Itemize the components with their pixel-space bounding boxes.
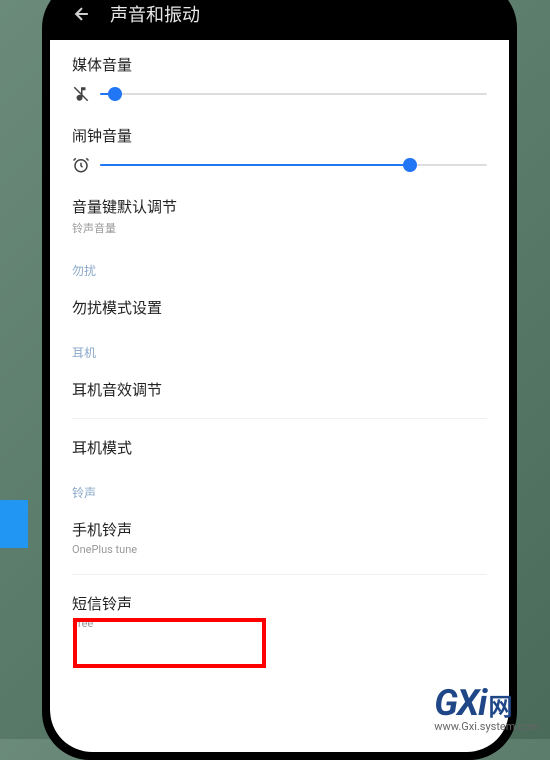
divider	[72, 574, 487, 575]
alarm-volume-slider[interactable]	[100, 164, 487, 166]
music-mute-icon	[72, 85, 90, 103]
arrow-left-icon	[72, 4, 92, 24]
phone-ringtone-title: 手机铃声	[72, 519, 487, 540]
media-volume-label: 媒体音量	[72, 54, 487, 75]
alarm-volume-label: 闹钟音量	[72, 125, 487, 146]
sms-ringtone-title: 短信铃声	[72, 593, 487, 614]
earphone-mode[interactable]: 耳机模式	[72, 423, 487, 472]
alarm-volume-item: 闹钟音量	[72, 111, 487, 182]
alarm-clock-icon	[72, 156, 90, 174]
dnd-section-header: 勿扰	[50, 250, 509, 283]
volume-key-sub: 铃声音量	[72, 220, 487, 236]
phone-ringtone-sub: OnePlus tune	[72, 543, 487, 556]
earphone-section-header: 耳机	[50, 332, 509, 365]
watermark: GXi网 www.Gxi.system.com	[434, 682, 540, 733]
watermark-logo: GXi	[434, 682, 486, 724]
sms-ringtone[interactable]: 短信铃声 Free	[72, 579, 487, 644]
side-tab	[0, 500, 28, 548]
divider	[72, 418, 487, 419]
app-header: 声音和振动	[50, 0, 509, 40]
page-title: 声音和振动	[110, 1, 200, 27]
back-button[interactable]	[62, 0, 102, 34]
earphone-effect[interactable]: 耳机音效调节	[72, 365, 487, 414]
sms-ringtone-sub: Free	[72, 617, 487, 630]
phone-screen: 声音和振动 媒体音量	[50, 0, 509, 752]
dnd-title: 勿扰模式设置	[72, 297, 487, 318]
phone-ringtone[interactable]: 手机铃声 OnePlus tune	[72, 505, 487, 570]
phone-frame: 声音和振动 媒体音量	[42, 0, 517, 760]
earphone-mode-title: 耳机模式	[72, 437, 487, 458]
media-volume-item: 媒体音量	[72, 40, 487, 111]
volume-key-default[interactable]: 音量键默认调节 铃声音量	[72, 182, 487, 250]
dnd-settings[interactable]: 勿扰模式设置	[72, 283, 487, 332]
watermark-url: www.Gxi.system.com	[434, 720, 540, 733]
volume-key-title: 音量键默认调节	[72, 196, 487, 217]
media-volume-slider[interactable]	[100, 93, 487, 95]
earphone-effect-title: 耳机音效调节	[72, 379, 487, 400]
ringtone-section-header: 铃声	[50, 472, 509, 505]
watermark-cn: 网	[488, 693, 512, 721]
settings-content: 媒体音量	[50, 40, 509, 752]
